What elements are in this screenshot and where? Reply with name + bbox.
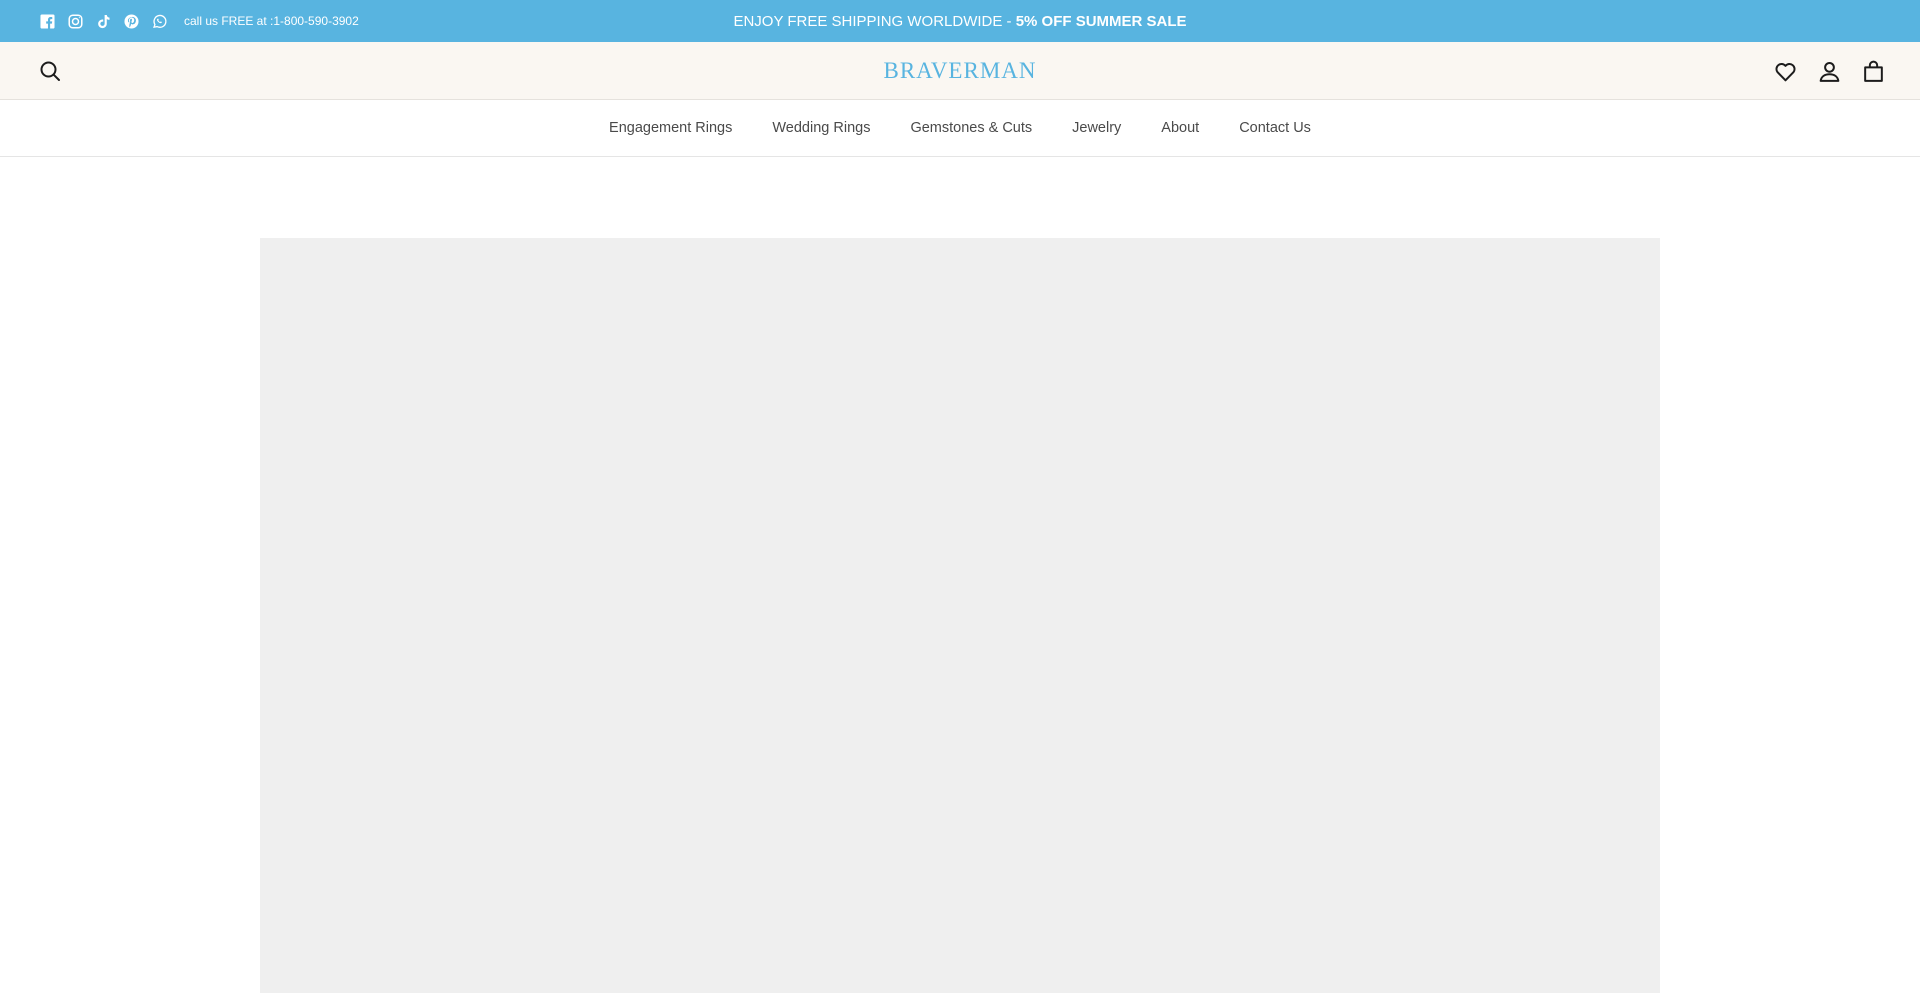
wishlist-button[interactable] <box>1772 58 1798 84</box>
bag-icon <box>1863 60 1883 82</box>
account-button[interactable] <box>1816 58 1842 84</box>
user-icon <box>1819 61 1839 82</box>
tiktok-icon[interactable] <box>94 12 112 30</box>
main-header: BRAVERMAN <box>0 42 1920 100</box>
nav-item-contact-us[interactable]: Contact Us <box>1239 120 1311 136</box>
whatsapp-icon[interactable] <box>150 12 168 30</box>
search-icon <box>40 61 60 81</box>
cart-button[interactable] <box>1860 58 1886 84</box>
logo: BRAVERMAN <box>0 42 1920 100</box>
instagram-icon[interactable] <box>66 12 84 30</box>
header-actions <box>1754 58 1886 84</box>
search-button[interactable] <box>38 59 64 85</box>
announcement-bar: call us FREE at :1-800-590-3902 ENJOY FR… <box>0 0 1920 42</box>
nav-item-engagement-rings[interactable]: Engagement Rings <box>609 120 732 136</box>
social-links: call us FREE at :1-800-590-3902 <box>38 0 359 42</box>
nav-item-jewelry[interactable]: Jewelry <box>1072 120 1121 136</box>
hero-image-placeholder <box>260 238 1660 993</box>
nav-item-about[interactable]: About <box>1161 120 1199 136</box>
nav-item-wedding-rings[interactable]: Wedding Rings <box>772 120 870 136</box>
promo-text: ENJOY FREE SHIPPING WORLDWIDE - <box>733 12 1012 30</box>
main-navigation: Engagement Rings Wedding Rings Gemstones… <box>0 100 1920 157</box>
logo-text[interactable]: BRAVERMAN <box>884 58 1037 84</box>
heart-icon <box>1774 62 1796 81</box>
pinterest-icon[interactable] <box>122 12 140 30</box>
nav-item-gemstones-cuts[interactable]: Gemstones & Cuts <box>910 120 1032 136</box>
phone-number[interactable]: call us FREE at :1-800-590-3902 <box>184 14 359 28</box>
facebook-icon[interactable] <box>38 12 56 30</box>
promo-highlight: 5% OFF SUMMER SALE <box>1015 12 1187 30</box>
